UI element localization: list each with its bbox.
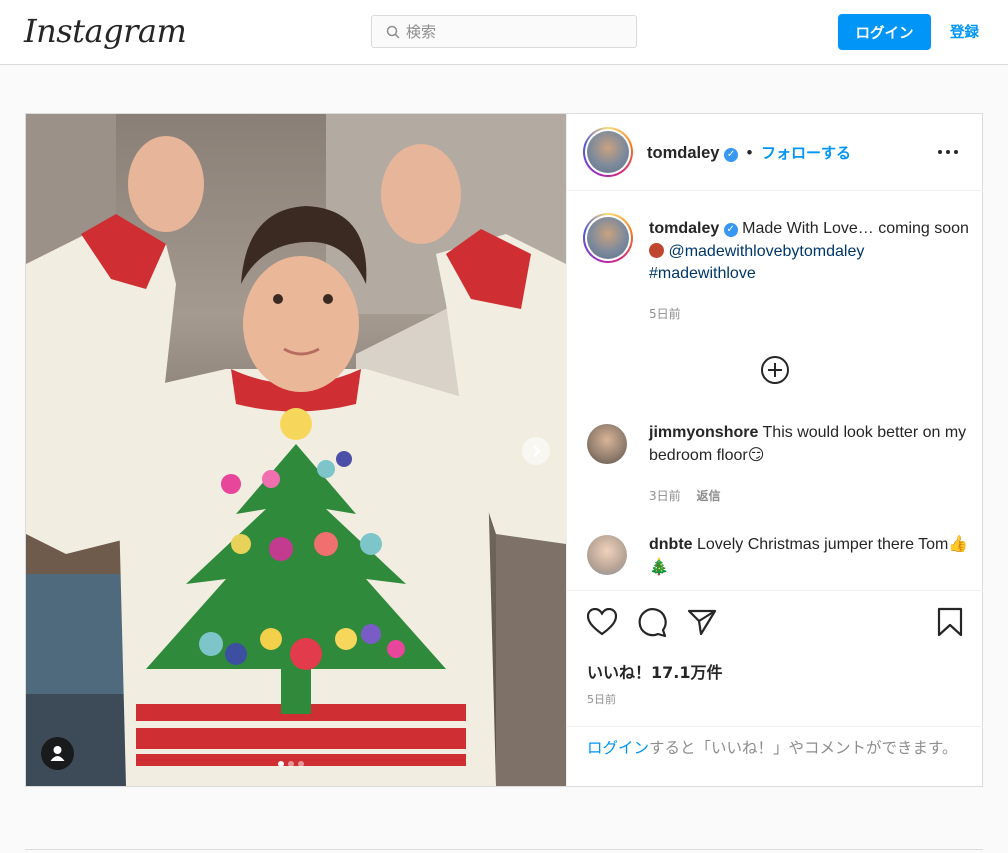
top-navigation-bar: Instagram ログイン 登録 — [0, 0, 1008, 65]
search-icon — [386, 25, 400, 39]
sweater-photo — [26, 114, 566, 786]
load-more-icon[interactable] — [760, 355, 790, 385]
author-username[interactable]: tomdaley — [647, 144, 719, 162]
comment-text: dnbte Lovely Christmas jumper there Tom👍… — [649, 534, 969, 579]
reply-button[interactable]: 返信 — [696, 489, 720, 503]
search-box[interactable] — [371, 15, 637, 48]
comment-username[interactable]: dnbte — [649, 536, 693, 553]
caption-hashtag[interactable]: #madewithlove — [649, 265, 756, 282]
comment-body: Lovely Christmas jumper there Tom👍 🎄 — [649, 536, 969, 576]
comment-time-value[interactable]: 3日前 — [649, 489, 681, 503]
caption-username[interactable]: tomdaley — [649, 220, 719, 237]
commenter-avatar[interactable] — [587, 535, 627, 575]
separator-dot: • — [746, 144, 753, 162]
user-tag-icon[interactable] — [41, 737, 74, 770]
post-sidebar: tomdaley ✓ • フォローする tomdaley ✓ Made With… — [566, 114, 983, 786]
verified-icon: ✓ — [724, 148, 739, 162]
login-prompt-text: すると「いいね！」やコメントができます。 — [649, 739, 958, 757]
follow-button[interactable]: フォローする — [761, 144, 851, 162]
bookmark-icon[interactable] — [937, 607, 963, 637]
comment-text: jimmyonshore This would look better on m… — [649, 422, 969, 467]
comment-time: 3日前 返信 — [649, 487, 720, 504]
comment-icon[interactable] — [637, 608, 667, 638]
carousel-dots — [278, 761, 318, 769]
caption-mention[interactable]: @madewithlovebytomdaley — [668, 243, 864, 260]
instagram-logo[interactable]: Instagram — [24, 12, 187, 50]
login-link[interactable]: ログイン — [587, 739, 649, 757]
login-prompt: ログインすると「いいね！」やコメントができます。 — [567, 726, 983, 787]
commenter-avatar[interactable] — [587, 424, 627, 464]
comment-username[interactable]: jimmyonshore — [649, 424, 758, 441]
caption-body: Made With Love… coming soon — [742, 220, 969, 237]
caption-time[interactable]: 5日前 — [649, 305, 681, 322]
emoji-icon — [649, 242, 664, 258]
likes-count[interactable]: いいね！17.1万件 — [587, 659, 722, 683]
verified-icon: ✓ — [723, 223, 738, 237]
footer-divider — [25, 849, 983, 850]
login-button[interactable]: ログイン — [838, 14, 931, 50]
caption-text: tomdaley ✓ Made With Love… coming soon @… — [649, 218, 969, 286]
signup-link[interactable]: 登録 — [950, 21, 979, 42]
next-arrow-icon[interactable] — [522, 437, 550, 465]
post-header: tomdaley ✓ • フォローする — [567, 114, 983, 191]
post-image[interactable] — [26, 114, 566, 786]
more-icon[interactable] — [937, 146, 959, 158]
post-date[interactable]: 5日前 — [587, 691, 616, 707]
caption-avatar[interactable] — [583, 213, 633, 263]
author-avatar[interactable] — [583, 127, 633, 177]
heart-icon[interactable] — [587, 608, 617, 636]
share-icon[interactable] — [687, 608, 717, 636]
post-card: tomdaley ✓ • フォローする tomdaley ✓ Made With… — [25, 113, 983, 787]
search-input[interactable] — [404, 19, 628, 45]
action-bar — [567, 590, 983, 663]
